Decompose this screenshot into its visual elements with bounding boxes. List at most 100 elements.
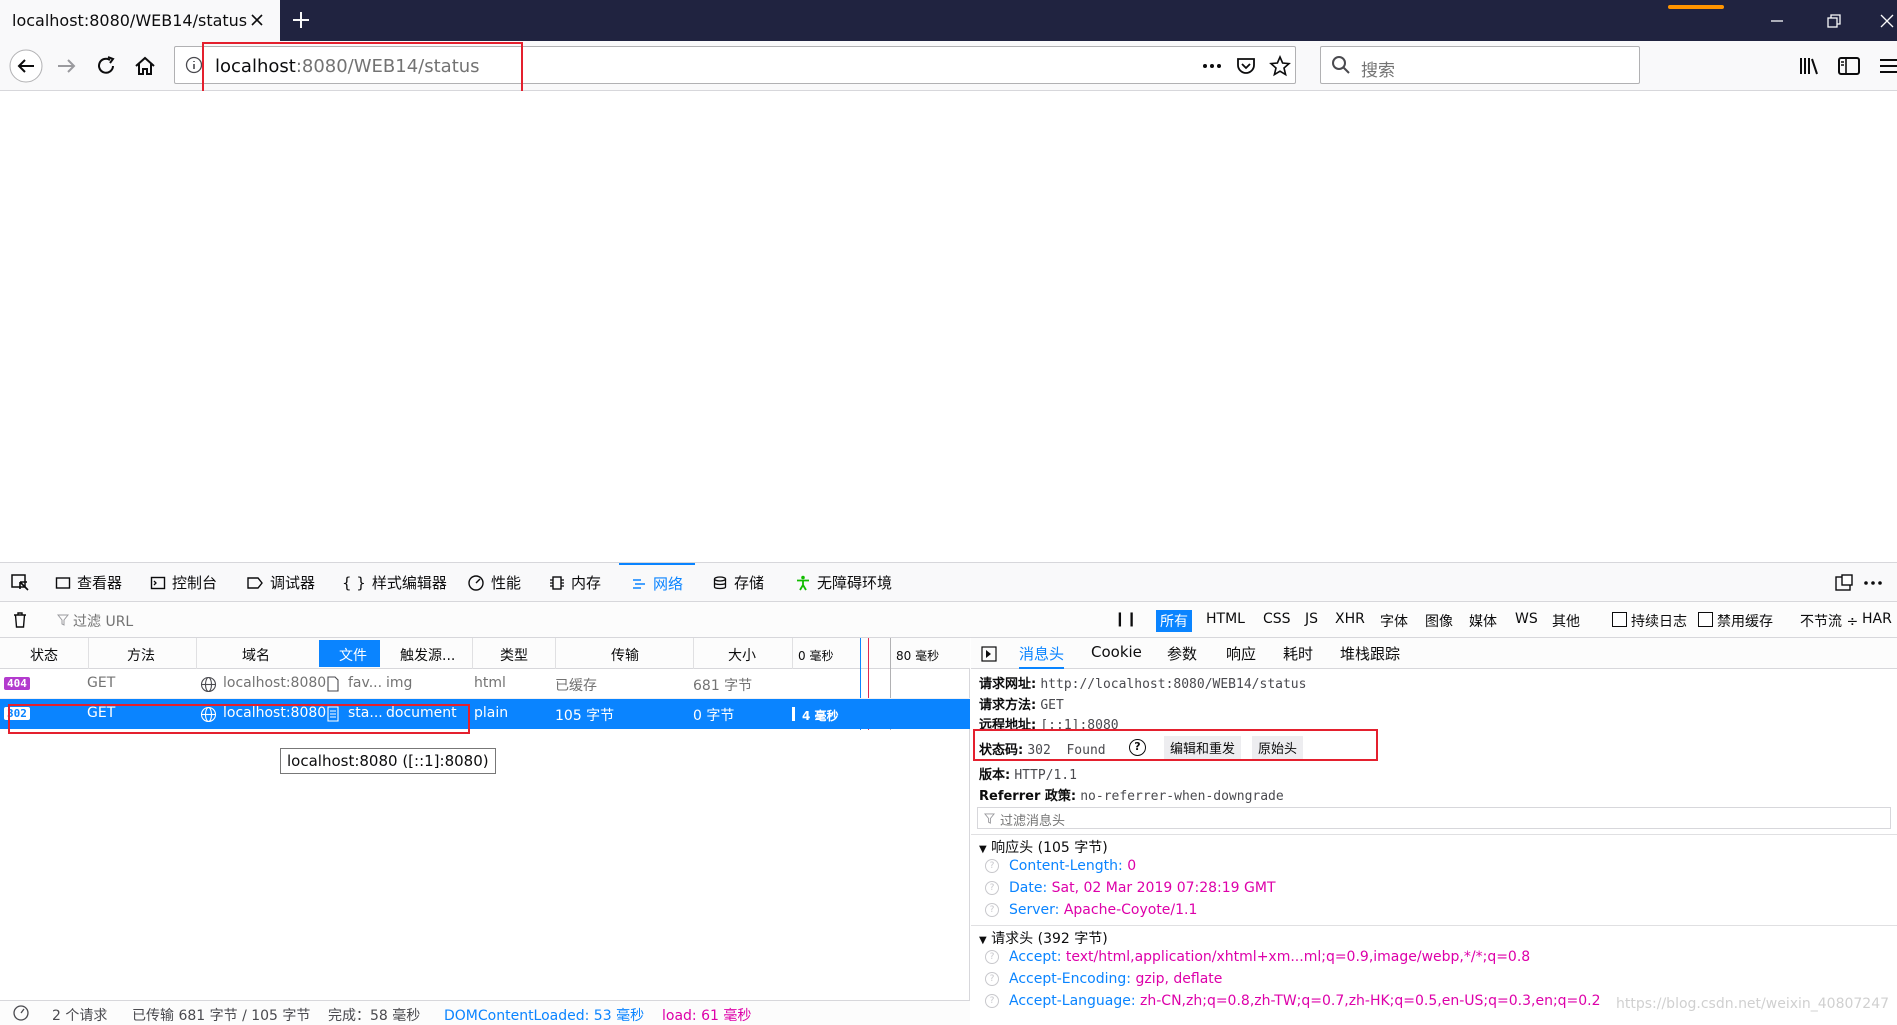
details-tabs: 消息头 Cookie 参数 响应 耗时 堆栈跟踪 xyxy=(971,638,1897,669)
back-icon[interactable] xyxy=(9,49,43,83)
filter-media[interactable]: 媒体 xyxy=(1465,610,1501,632)
tab-title: localhost:8080/WEB14/status xyxy=(12,11,248,30)
filter-css[interactable]: CSS xyxy=(1259,610,1295,628)
tab-stack-trace[interactable]: 堆栈跟踪 xyxy=(1340,643,1400,664)
reload-icon[interactable] xyxy=(91,51,121,81)
filter-js[interactable]: JS xyxy=(1301,610,1322,628)
trash-icon[interactable] xyxy=(11,611,29,629)
bookmark-star-icon[interactable] xyxy=(1269,55,1291,77)
dock-icon[interactable] xyxy=(1834,573,1854,593)
referrer-label: Referrer 政策: xyxy=(979,789,1077,804)
tab-label: 内存 xyxy=(571,574,602,592)
filter-ws[interactable]: WS xyxy=(1511,610,1542,628)
tab-accent xyxy=(1668,5,1724,9)
tab-label: 样式编辑器 xyxy=(371,574,447,592)
status-badge: 404 xyxy=(4,677,30,690)
browser-tab[interactable]: localhost:8080/WEB14/status xyxy=(0,0,280,41)
element-picker-icon[interactable] xyxy=(10,573,30,593)
forward-icon[interactable] xyxy=(52,51,82,81)
close-tab-icon[interactable] xyxy=(248,11,266,29)
header-key: Date: xyxy=(1009,880,1048,896)
filter-html[interactable]: HTML xyxy=(1202,610,1249,628)
search-bar[interactable]: 搜索 xyxy=(1320,46,1640,84)
col-size[interactable]: 大小 xyxy=(728,645,756,665)
tab-style-editor[interactable]: { } 样式编辑器 xyxy=(342,563,447,602)
request-headers-section[interactable]: ▼ 请求头 (392 字节) xyxy=(971,925,1897,947)
tab-timings[interactable]: 耗时 xyxy=(1283,643,1313,664)
performance-analysis-icon[interactable] xyxy=(12,1004,30,1022)
response-headers-section[interactable]: ▼ 响应头 (105 字节) xyxy=(971,834,1897,856)
help-icon[interactable]: ? xyxy=(985,950,999,964)
library-icon[interactable] xyxy=(1795,51,1825,81)
filter-icon xyxy=(984,813,995,824)
filter-headers-placeholder: 过滤消息头 xyxy=(1000,814,1066,829)
filter-all[interactable]: 所有 xyxy=(1156,610,1192,632)
header-value: zh-CN,zh;q=0.8,zh-TW;q=0.7,zh-HK;q=0.5,e… xyxy=(1140,993,1601,1009)
header-key: Content-Length: xyxy=(1009,858,1123,874)
header-value: text/html,application/xhtml+xm...ml;q=0.… xyxy=(1065,949,1531,965)
throttle-select[interactable]: 不节流 ÷ xyxy=(1800,611,1858,631)
tab-headers[interactable]: 消息头 xyxy=(1019,643,1065,669)
tab-response[interactable]: 响应 xyxy=(1226,643,1256,664)
more-actions-icon[interactable] xyxy=(1201,57,1223,75)
tab-accessibility[interactable]: 无障碍环境 xyxy=(795,563,892,602)
col-domain[interactable]: 域名 xyxy=(242,645,270,665)
col-waterfall-0: 0 毫秒 xyxy=(798,649,834,663)
window-close-icon[interactable] xyxy=(1878,12,1896,30)
har-button[interactable]: HAR xyxy=(1862,611,1892,627)
tab-performance[interactable]: 性能 xyxy=(467,563,521,602)
row-size: 681 字节 xyxy=(693,678,753,694)
tab-params[interactable]: 参数 xyxy=(1167,643,1197,664)
filter-headers-input[interactable]: 过滤消息头 xyxy=(977,807,1891,829)
inspector-icon xyxy=(55,576,71,589)
col-cause[interactable]: 触发源... xyxy=(400,645,455,665)
waterfall-bar xyxy=(792,707,795,721)
row-file: fav... xyxy=(348,675,383,691)
tab-inspector[interactable]: 查看器 xyxy=(55,563,122,602)
help-icon[interactable]: ? xyxy=(985,881,999,895)
tab-network[interactable]: 网络 xyxy=(619,563,696,602)
help-icon[interactable]: ? xyxy=(985,859,999,873)
tab-label: 网络 xyxy=(653,575,684,593)
tab-console[interactable]: 控制台 xyxy=(150,563,217,602)
filter-fonts[interactable]: 字体 xyxy=(1376,610,1412,632)
col-status[interactable]: 状态 xyxy=(30,645,58,665)
tab-storage[interactable]: 存储 xyxy=(712,563,764,602)
devtools-menu-icon[interactable] xyxy=(1862,573,1884,593)
filter-icon xyxy=(57,614,69,626)
tab-debugger[interactable]: 调试器 xyxy=(246,563,315,602)
disable-cache-checkbox[interactable] xyxy=(1698,612,1713,627)
sidebar-icon[interactable] xyxy=(1834,51,1864,81)
home-icon[interactable] xyxy=(130,51,160,81)
title-bar: localhost:8080/WEB14/status xyxy=(0,0,1897,41)
help-icon[interactable]: ? xyxy=(985,994,999,1008)
col-transferred[interactable]: 传输 xyxy=(611,645,639,665)
tab-cookie[interactable]: Cookie xyxy=(1091,643,1142,661)
row-highlight-box xyxy=(8,704,470,734)
filter-other[interactable]: 其他 xyxy=(1548,610,1584,632)
tab-label: 性能 xyxy=(491,574,522,592)
col-file-selected[interactable]: 文件 xyxy=(319,640,380,667)
table-row[interactable]: 404 GET localhost:8080 fav... img html 已… xyxy=(0,669,970,699)
tab-memory[interactable]: 内存 xyxy=(549,563,601,602)
storage-icon xyxy=(713,575,727,589)
menu-icon[interactable] xyxy=(1874,51,1897,81)
info-icon[interactable] xyxy=(185,56,203,74)
help-icon[interactable]: ? xyxy=(985,903,999,917)
new-tab-icon[interactable] xyxy=(291,10,311,30)
filter-xhr[interactable]: XHR xyxy=(1331,610,1369,628)
header-key: Accept: xyxy=(1009,949,1062,965)
filter-url-input[interactable]: 过滤 URL xyxy=(73,611,133,631)
col-method[interactable]: 方法 xyxy=(127,645,155,665)
pocket-icon[interactable] xyxy=(1235,55,1257,77)
toggle-panel-icon[interactable] xyxy=(981,646,997,662)
pause-icon[interactable]: ❙❙ xyxy=(1114,611,1137,627)
expand-triangle-icon: ▼ xyxy=(979,844,987,855)
minimize-icon[interactable] xyxy=(1768,12,1786,30)
help-icon[interactable]: ? xyxy=(985,972,999,986)
header-row: ? Accept-Language: zh-CN,zh;q=0.8,zh-TW;q… xyxy=(985,993,1601,1009)
persist-log-checkbox[interactable] xyxy=(1612,612,1627,627)
filter-images[interactable]: 图像 xyxy=(1421,610,1457,632)
restore-icon[interactable] xyxy=(1825,12,1843,30)
col-type[interactable]: 类型 xyxy=(500,645,528,665)
